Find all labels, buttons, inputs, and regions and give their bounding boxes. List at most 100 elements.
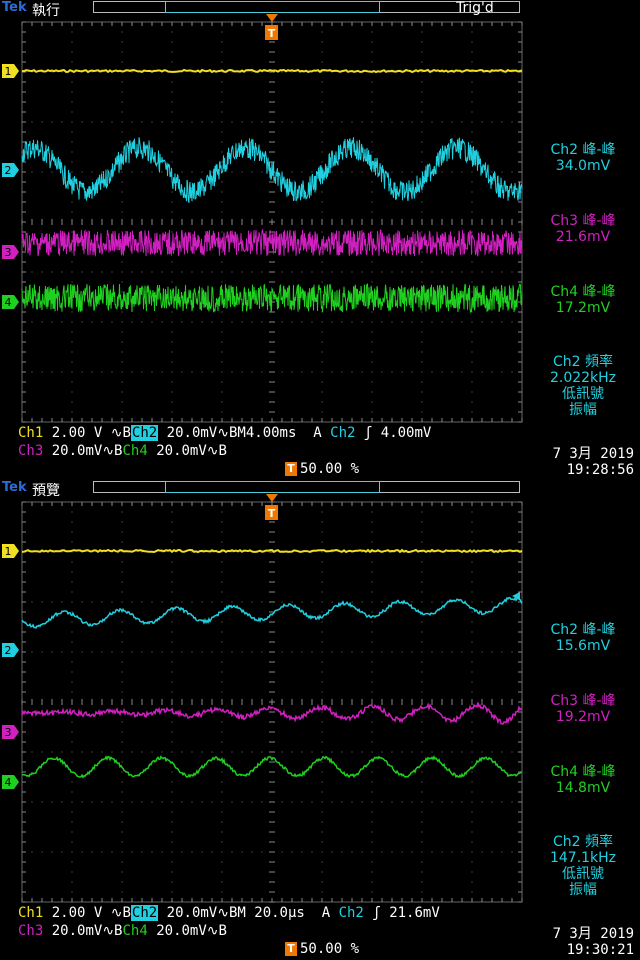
scope-screen-1: Tek 執行 Trig'd T 1 2 3 4 Ch2 峰-峰 34.0mV C…	[0, 0, 640, 480]
svg-text:1: 1	[5, 545, 12, 558]
meas-warning: 低訊號	[562, 866, 604, 882]
meas-ch3-pk2pk: Ch3 峰-峰 21.6mV	[528, 213, 638, 245]
meas-ch4-pk2pk: Ch4 峰-峰 17.2mV	[528, 284, 638, 316]
channel-scale-row-2: Ch3 20.0mV∿BCh4 20.0mV∿B	[18, 443, 227, 460]
svg-text:T: T	[268, 27, 276, 40]
trigger-level: 4.00mV	[380, 425, 432, 441]
ch3-scale: 20.0mV	[51, 923, 103, 939]
bw-limit-icon: ∿B	[206, 443, 227, 459]
bw-limit-icon: ∿B	[110, 425, 131, 441]
meas-label: Ch4 峰-峰	[550, 764, 616, 780]
ch2-scale: 20.0mV	[166, 425, 218, 441]
meas-ch4-pk2pk: Ch4 峰-峰 14.8mV	[528, 764, 638, 796]
meas-value: 147.1kHz	[549, 850, 617, 866]
bw-limit-icon: ∿B	[110, 905, 131, 921]
bw-limit-icon: ∿B	[206, 923, 227, 939]
ch1-ground-marker[interactable]: 1	[2, 64, 19, 78]
trigger-position-value: 50.00 %	[300, 461, 360, 477]
meas-value: 17.2mV	[555, 300, 611, 316]
trigger-mode: A	[321, 905, 331, 921]
channel-scale-row-1: Ch1 2.00 V ∿BCh2 20.0mV∿BM4.00ms A Ch2 ʃ…	[18, 425, 431, 442]
meas-value: 14.8mV	[555, 780, 611, 796]
svg-text:3: 3	[5, 726, 12, 739]
trigger-position-icon: T	[285, 462, 297, 476]
channel-scale-row-1: Ch1 2.00 V ∿BCh2 20.0mV∿BM 20.0μs A Ch2 …	[18, 905, 440, 922]
ch3-trace	[21, 702, 523, 725]
date: 7 3月 2019	[552, 446, 634, 462]
trigger-position-readout: T 50.00 %	[285, 461, 359, 477]
svg-text:4: 4	[5, 296, 12, 309]
meas-ch2-frequency: Ch2 頻率 2.022kHz 低訊號 振幅	[528, 354, 638, 418]
ch1-trace	[21, 68, 523, 74]
trigger-source: Ch2	[338, 905, 364, 921]
bw-limit-icon: ∿B	[102, 923, 123, 939]
meas-warning: 振幅	[569, 882, 597, 898]
ch2-ground-marker[interactable]: 2	[2, 643, 19, 657]
meas-label: Ch2 頻率	[552, 354, 613, 370]
ch2-ground-marker[interactable]: 2	[2, 163, 19, 177]
trigger-position-marker[interactable]: T	[265, 494, 278, 520]
ch1-scale: 2.00 V	[51, 905, 103, 921]
date: 7 3月 2019	[552, 926, 634, 942]
svg-text:2: 2	[5, 164, 12, 177]
meas-warning: 振幅	[569, 402, 597, 418]
timebase: M 20.0μs	[237, 905, 305, 921]
meas-label: Ch3 峰-峰	[550, 213, 616, 229]
meas-ch2-frequency: Ch2 頻率 147.1kHz 低訊號 振幅	[528, 834, 638, 898]
meas-value: 15.6mV	[555, 638, 611, 654]
ch4-trace	[21, 283, 523, 314]
meas-label: Ch4 峰-峰	[550, 284, 616, 300]
meas-value: 34.0mV	[555, 158, 611, 174]
channel-scale-row-2: Ch3 20.0mV∿BCh4 20.0mV∿B	[18, 923, 227, 940]
trigger-position-value: 50.00 %	[300, 941, 360, 957]
svg-text:1: 1	[5, 65, 12, 78]
timebase: M4.00ms	[237, 425, 297, 441]
ch4-trace	[21, 755, 523, 779]
time: 19:28:56	[566, 462, 634, 478]
svg-text:2: 2	[5, 644, 12, 657]
ch3-ground-marker[interactable]: 3	[2, 725, 19, 739]
ch3-label[interactable]: Ch3	[18, 443, 43, 459]
time: 19:30:21	[566, 942, 634, 958]
ch4-label[interactable]: Ch4	[122, 443, 147, 459]
meas-label: Ch2 峰-峰	[550, 142, 616, 158]
ch4-ground-marker[interactable]: 4	[2, 295, 19, 309]
svg-text:3: 3	[5, 246, 12, 259]
ch3-label[interactable]: Ch3	[18, 923, 43, 939]
bw-limit-icon: ∿B	[102, 443, 123, 459]
trigger-slope-icon: ʃ	[372, 905, 381, 921]
ch2-scale: 20.0mV	[166, 905, 218, 921]
meas-label: Ch2 頻率	[552, 834, 613, 850]
ch2-label[interactable]: Ch2	[130, 905, 159, 921]
ch1-scale: 2.00 V	[51, 425, 103, 441]
meas-warning: 低訊號	[562, 386, 604, 402]
ch4-ground-marker[interactable]: 4	[2, 775, 19, 789]
ch4-label[interactable]: Ch4	[122, 923, 147, 939]
ch1-label[interactable]: Ch1	[18, 905, 43, 921]
trigger-slope-icon: ʃ	[363, 425, 373, 441]
scope-screen-2: Tek 預覽 T 1 2 3 4 Ch2 峰-峰 15.6mV Ch3 峰-峰 …	[0, 480, 640, 960]
meas-value: 19.2mV	[555, 709, 611, 725]
ch1-ground-marker[interactable]: 1	[2, 544, 19, 558]
ch2-label[interactable]: Ch2	[130, 425, 159, 441]
meas-ch3-pk2pk: Ch3 峰-峰 19.2mV	[528, 693, 638, 725]
trigger-level: 21.6mV	[389, 905, 440, 921]
trigger-position-marker[interactable]: T	[265, 14, 278, 40]
meas-value: 21.6mV	[555, 229, 611, 245]
trigger-source: Ch2	[330, 425, 356, 441]
meas-ch2-pk2pk: Ch2 峰-峰 15.6mV	[528, 622, 638, 654]
meas-value: 2.022kHz	[549, 370, 617, 386]
meas-ch2-pk2pk: Ch2 峰-峰 34.0mV	[528, 142, 638, 174]
meas-label: Ch3 峰-峰	[550, 693, 616, 709]
meas-label: Ch2 峰-峰	[550, 622, 616, 638]
svg-text:T: T	[268, 507, 276, 520]
ch3-ground-marker[interactable]: 3	[2, 245, 19, 259]
datetime: 7 3月 2019 19:30:21	[553, 926, 634, 958]
datetime: 7 3月 2019 19:28:56	[553, 446, 634, 478]
trigger-mode: A	[313, 425, 322, 441]
bw-limit-icon: ∿B	[217, 425, 238, 441]
ch4-scale: 20.0mV	[156, 923, 207, 939]
ch1-label[interactable]: Ch1	[18, 425, 43, 441]
bw-limit-icon: ∿B	[217, 905, 238, 921]
trigger-position-icon: T	[285, 942, 297, 956]
